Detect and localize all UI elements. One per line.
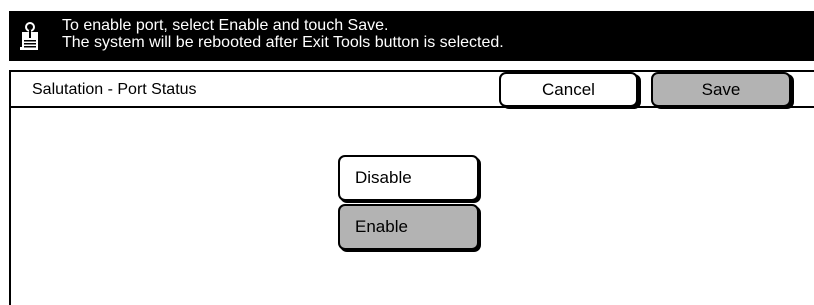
save-button[interactable]: Save xyxy=(651,72,791,107)
content-left-border xyxy=(9,108,11,305)
disable-option-label: Disable xyxy=(355,168,412,187)
port-status-screen: To enable port, select Enable and touch … xyxy=(0,0,814,305)
enable-option-label: Enable xyxy=(355,217,408,236)
info-document-icon xyxy=(20,22,38,50)
cancel-button[interactable]: Cancel xyxy=(499,72,638,107)
message-line-1: To enable port, select Enable and touch … xyxy=(62,17,389,34)
message-line-2: The system will be rebooted after Exit T… xyxy=(62,34,504,51)
message-bar: To enable port, select Enable and touch … xyxy=(9,11,814,61)
cancel-button-label: Cancel xyxy=(542,79,595,99)
enable-option-button[interactable]: Enable xyxy=(338,204,479,250)
disable-option-button[interactable]: Disable xyxy=(338,155,479,201)
save-button-label: Save xyxy=(701,79,741,99)
message-text: To enable port, select Enable and touch … xyxy=(62,17,504,51)
page-title: Salutation - Port Status xyxy=(32,81,197,98)
